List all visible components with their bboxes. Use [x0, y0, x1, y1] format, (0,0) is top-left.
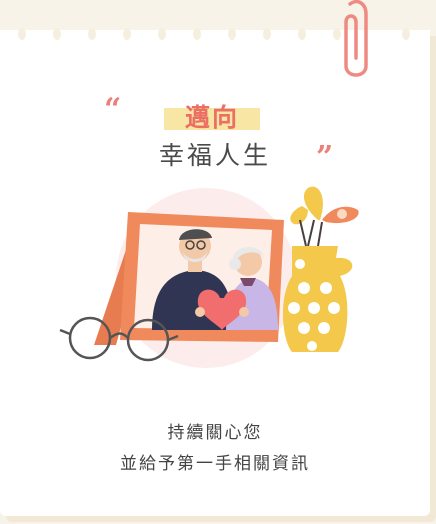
close-quote-mark: ” [316, 140, 334, 175]
title-highlight: 邁向 [184, 103, 239, 132]
open-quote-mark: “ [104, 92, 122, 127]
couple-photo-illustration [59, 186, 359, 368]
page-title: 幸福人生 [158, 141, 271, 170]
flower-vase-illustration [282, 186, 359, 352]
message-line-1: 持續關心您 [167, 423, 263, 443]
paperclip-icon [344, 0, 368, 77]
message-line-2: 並給予第一手相關資訊 [120, 454, 310, 474]
